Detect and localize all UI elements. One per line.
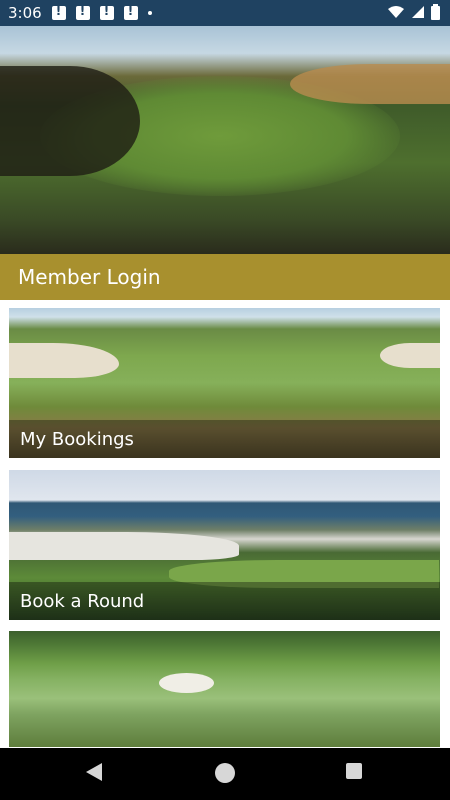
card-label-strip: My Bookings [9,420,440,458]
bunker-image-detail [380,343,440,368]
notification-icon [51,4,66,20]
member-login-button[interactable]: Member Login [0,254,450,300]
status-bar: 3:06 [0,0,450,26]
notification-icon [75,4,90,20]
coastline-image-detail [9,532,239,560]
more-notifications-dot-icon [147,11,152,15]
status-icons [387,4,440,20]
notification-icon [123,4,138,20]
card-label-strip: Book a Round [9,582,440,620]
hero-shadow [0,66,140,176]
hero-sand [290,64,450,104]
my-bookings-label: My Bookings [20,428,134,450]
signal-icon [412,6,424,18]
status-time: 3:06 [8,4,42,22]
recent-apps-icon[interactable] [346,763,362,779]
my-bookings-card[interactable]: My Bookings [9,308,440,458]
book-a-round-card[interactable]: Book a Round [9,470,440,620]
home-icon[interactable] [215,763,235,783]
bunker-image-detail [9,343,119,378]
book-a-round-label: Book a Round [20,590,145,612]
member-login-label: Member Login [18,265,161,289]
course-card[interactable] [9,631,440,747]
wifi-icon [388,6,404,18]
notification-icon [99,4,114,20]
hero-golf-course-image [0,26,450,254]
battery-icon [431,4,440,20]
system-navigation-bar [0,748,450,800]
bunker-image-detail [159,673,214,693]
back-icon[interactable] [86,763,102,781]
